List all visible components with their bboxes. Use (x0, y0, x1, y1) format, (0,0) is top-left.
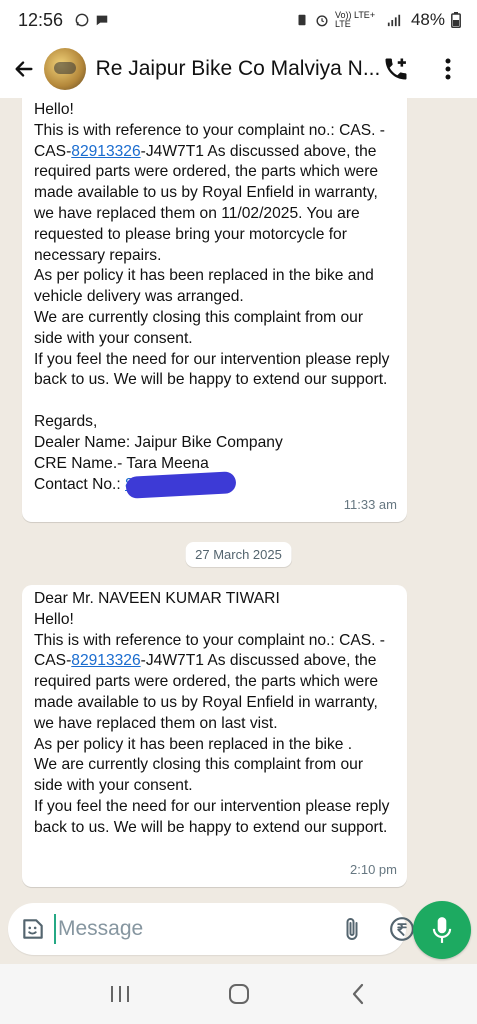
battery-saver-icon (298, 14, 306, 26)
home-button[interactable] (219, 974, 259, 1014)
more-options-button[interactable] (433, 49, 463, 89)
chat-header: Re Jaipur Bike Co Malviya N... (0, 40, 477, 98)
message-time: 11:33 am (343, 497, 397, 513)
chat-notification-icon (96, 15, 108, 26)
message-input[interactable] (54, 914, 329, 944)
chevron-left-icon (352, 983, 363, 1005)
navigation-bar (0, 964, 477, 1024)
battery-icon (451, 12, 461, 28)
chat-area[interactable]: Hello! This is with reference to your co… (0, 98, 477, 898)
back-nav-button[interactable] (338, 974, 378, 1014)
back-button[interactable] (10, 49, 38, 89)
message-bubble[interactable]: Dear Mr. NAVEEN KUMAR TIWARI Hello! This… (22, 585, 407, 887)
message-time: 2:10 pm (350, 862, 397, 878)
signal-icon (387, 14, 401, 27)
battery-percent: 48% (410, 10, 445, 29)
complaint-link[interactable]: 82913326 (71, 652, 140, 669)
arrow-left-icon (15, 61, 33, 77)
more-vertical-icon (445, 58, 451, 80)
sticker-icon (23, 919, 43, 939)
date-separator: 27 March 2025 (185, 542, 292, 567)
paperclip-icon (346, 918, 358, 940)
chat-title[interactable]: Re Jaipur Bike Co Malviya N... (96, 57, 381, 81)
recent-apps-icon (110, 986, 129, 1002)
status-time: 12:56 (18, 9, 64, 30)
message-composer (8, 903, 464, 955)
attach-button[interactable] (335, 912, 369, 946)
message-text-part: -J4W7T1 As discussed above, the required… (34, 142, 390, 494)
message-text: Dear Mr. NAVEEN KUMAR TIWARI Hello! This… (34, 589, 395, 839)
whatsapp-notification-icon (75, 13, 89, 27)
message-text-part: -J4W7T1 As discussed above, the required… (34, 652, 390, 836)
message-text: Hello! This is with reference to your co… (34, 100, 395, 500)
redaction-mark (125, 471, 237, 500)
phone-plus-icon (385, 58, 407, 80)
avatar[interactable] (43, 48, 86, 90)
mic-icon (432, 917, 452, 943)
sticker-button[interactable] (20, 912, 46, 946)
notification-icons (75, 13, 109, 27)
status-bar: 12:56 Vo)) LTE+ LTE 48% (0, 0, 477, 40)
message-bubble[interactable]: Hello! This is with reference to your co… (22, 98, 407, 522)
recent-apps-button[interactable] (100, 974, 140, 1014)
alarm-icon (316, 15, 328, 27)
network-label: Vo)) LTE+ LTE (334, 10, 376, 29)
composer (0, 898, 477, 964)
rupee-icon (390, 917, 414, 941)
status-right: Vo)) LTE+ LTE 48% (295, 10, 461, 30)
home-icon (228, 984, 249, 1004)
add-call-button[interactable] (381, 49, 411, 89)
voice-message-button[interactable] (413, 901, 471, 959)
complaint-link[interactable]: 82913326 (71, 143, 140, 160)
